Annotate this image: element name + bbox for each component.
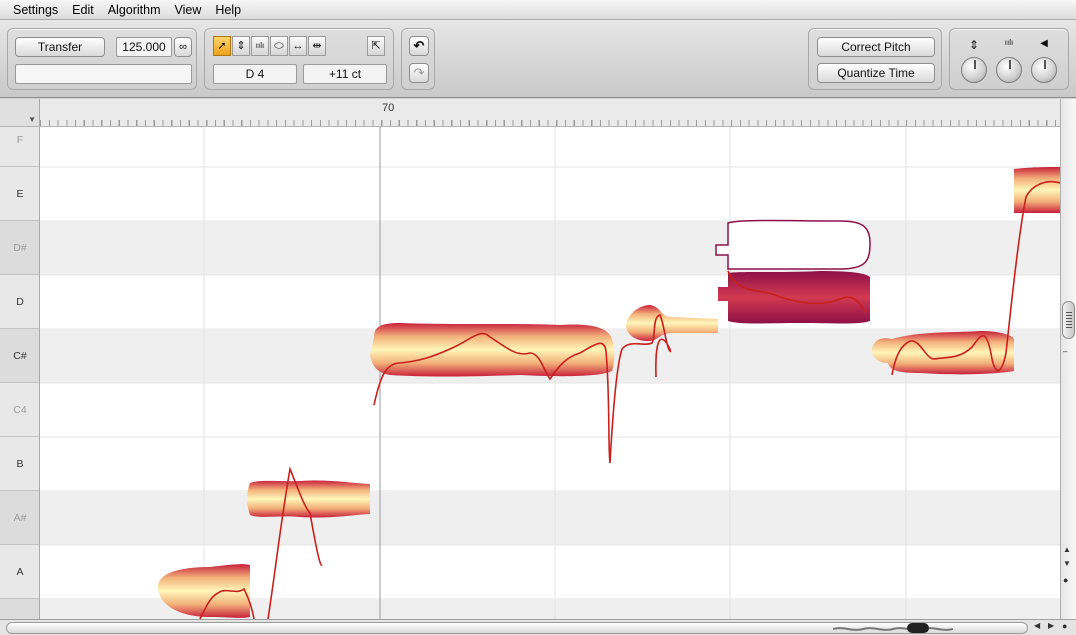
formant-knob-icon: ıılı [1004, 38, 1014, 47]
chevron-down-icon[interactable]: ▼ [1063, 559, 1071, 568]
note-blob[interactable] [1014, 167, 1060, 213]
pitch-row [40, 221, 1060, 275]
menu-bar: Settings Edit Algorithm View Help [0, 0, 1076, 20]
pitch-key: D# [0, 221, 39, 275]
pitch-rows [40, 166, 1060, 619]
chevron-up-icon[interactable]: ▲ [1063, 545, 1071, 554]
pitch-key: A# [0, 491, 39, 545]
quantize-time-button[interactable]: Quantize Time [817, 63, 935, 83]
horizontal-scrollbar[interactable]: ◀ ▶ ● [0, 619, 1076, 635]
cents-readout: +11 ct [303, 64, 387, 84]
pitch-key: B [0, 437, 39, 491]
menu-algorithm[interactable]: Algorithm [101, 0, 168, 20]
note-editor[interactable] [40, 127, 1060, 619]
time-tool-icon[interactable]: ↔ [289, 36, 307, 56]
tempo-field[interactable]: 125.000 [116, 37, 172, 57]
horizontal-scroll-track[interactable] [6, 622, 1028, 634]
transfer-panel: Transfer 125.000 ∞ [7, 28, 197, 90]
minus-icon: – [1063, 347, 1068, 356]
correction-panel: Correct Pitch Quantize Time [808, 28, 942, 90]
undo-icon[interactable]: ↶ [409, 36, 429, 56]
pitch-keyboard: F E D# D C# C4 B A# A [0, 127, 40, 619]
vertical-scrollbar[interactable]: – ▲ ▼ ● [1060, 99, 1076, 619]
redo-icon[interactable]: ↷ [409, 63, 429, 83]
pitch-key: C4 [0, 383, 39, 437]
chevron-left-icon[interactable]: ◀ [1034, 621, 1040, 630]
note-blob-outline[interactable] [715, 219, 871, 270]
transfer-status-field [15, 64, 192, 84]
knob-panel: ⇕ ıılı ◀ [949, 28, 1069, 90]
main-tool-icon[interactable]: ➚ [213, 36, 231, 56]
pitch-knob-icon: ⇕ [968, 38, 980, 52]
chevron-right-icon[interactable]: ▶ [1048, 621, 1054, 630]
tools-panel: ➚ ⇕ ıılı ⬭ ↔ ⇹ ⇱ D 4 +11 ct [204, 28, 394, 90]
pitch-readout: D 4 [213, 64, 297, 84]
menu-edit[interactable]: Edit [65, 0, 101, 20]
toolbar: Transfer 125.000 ∞ ➚ ⇕ ıılı ⬭ ↔ ⇹ ⇱ D 4 … [0, 20, 1076, 98]
scroll-tool-icon[interactable]: ⇱ [367, 36, 385, 56]
amplitude-tool-icon[interactable]: ⬭ [270, 36, 288, 56]
waveform-overview [833, 627, 953, 631]
volume-knob-icon: ◀ [1040, 38, 1048, 49]
note-canvas[interactable] [40, 127, 1060, 619]
transfer-button[interactable]: Transfer [15, 37, 105, 57]
pitch-key: E [0, 167, 39, 221]
ruler-ticks [40, 120, 1060, 126]
note-blob[interactable] [370, 323, 615, 377]
pitch-row [40, 491, 1060, 545]
link-icon[interactable]: ∞ [174, 37, 192, 57]
vertical-scroll-thumb[interactable] [1062, 301, 1075, 339]
zoom-dot-icon[interactable]: ● [1063, 575, 1068, 585]
ruler-corner[interactable]: ▼ [0, 99, 40, 127]
chevron-down-icon: ▼ [28, 115, 36, 124]
formant-tool-icon[interactable]: ıılı [251, 36, 269, 56]
note-separation-tool-icon[interactable]: ⇹ [308, 36, 326, 56]
pitch-tool-icon[interactable]: ⇕ [232, 36, 250, 56]
undo-panel: ↶ ↷ [401, 28, 435, 90]
volume-knob[interactable] [1031, 57, 1057, 83]
time-ruler[interactable]: 70 [40, 99, 1060, 127]
horizontal-scroll-thumb[interactable] [907, 623, 929, 633]
zoom-dot-icon[interactable]: ● [1062, 621, 1067, 631]
pitch-key: F [0, 127, 39, 167]
bar-number: 70 [382, 102, 395, 114]
pitch-key [0, 599, 39, 619]
pitch-key: C# [0, 329, 39, 383]
pitch-key: A [0, 545, 39, 599]
correct-pitch-button[interactable]: Correct Pitch [817, 37, 935, 57]
pitch-knob[interactable] [961, 57, 987, 83]
pitch-key: D [0, 275, 39, 329]
menu-settings[interactable]: Settings [6, 0, 65, 20]
formant-knob[interactable] [996, 57, 1022, 83]
menu-view[interactable]: View [168, 0, 209, 20]
menu-help[interactable]: Help [208, 0, 248, 20]
